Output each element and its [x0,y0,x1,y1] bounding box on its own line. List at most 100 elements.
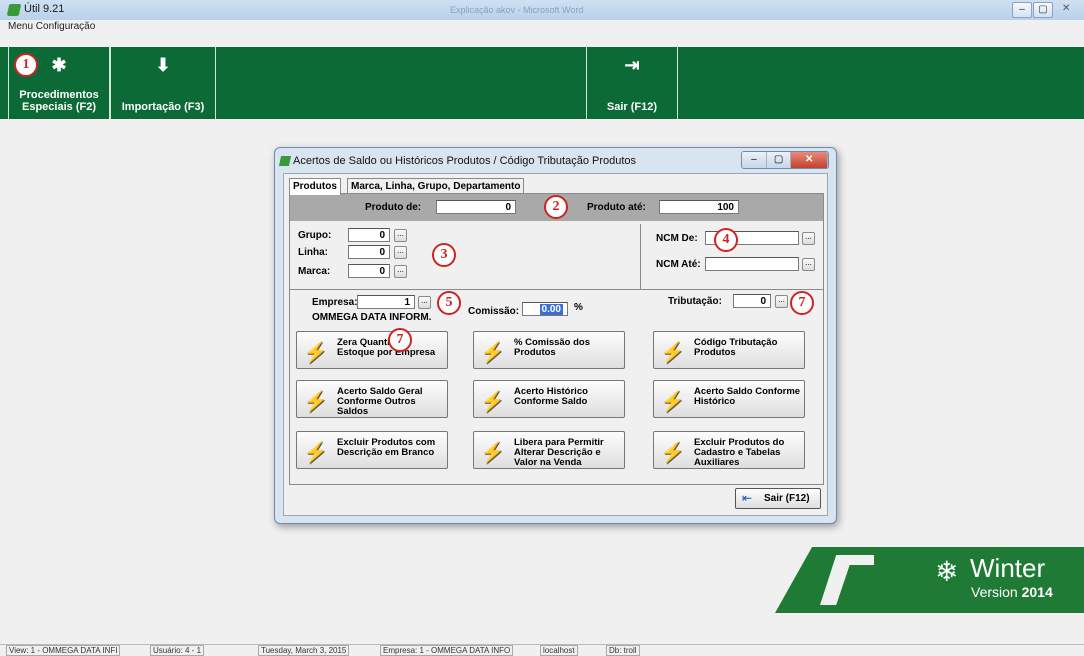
app-icon [6,4,22,16]
close-icon[interactable]: ✕ [1062,3,1070,14]
maximize-button[interactable]: ▢ [1033,2,1053,18]
button-label: Acerto Saldo Geral Conforme Outros Saldo… [337,386,423,417]
produto-de-label: Produto de: [365,202,422,213]
dialog-icon [278,156,292,166]
exit-icon: ⇥ [624,55,640,75]
minimize-button[interactable]: – [1012,2,1032,18]
acerto-saldo-geral-button[interactable]: ⚡ Acerto Saldo Geral Conforme Outros Sal… [296,380,448,418]
ncm-ate-lookup-button[interactable]: ... [802,258,815,271]
button-label: Importação (F3) [121,101,205,113]
annotation-marker: 2 [544,195,568,219]
annotation-marker: 7 [388,328,412,352]
empresa-lookup-button[interactable]: ... [418,296,431,309]
dialog-title: Acertos de Saldo ou Históricos Produtos … [293,155,637,167]
dialog-minimize-button[interactable]: – [742,152,767,168]
acerto-saldo-historico-button[interactable]: ⚡ Acerto Saldo Conforme Histórico [653,380,805,418]
exit-icon: ⇤ [742,491,753,505]
version-year: 2014 [1021,584,1053,600]
empresa-label: Empresa: [312,297,358,308]
button-label: Excluir Produtos com Descrição em Branco [337,437,436,458]
excluir-produtos-branco-button[interactable]: ⚡ Excluir Produtos com Descrição em Bran… [296,431,448,469]
produto-ate-label: Produto até: [587,202,646,213]
button-label: % Comissão dos Produtos [514,337,591,358]
codigo-tributacao-button[interactable]: ⚡ Código Tributação Produtos [653,331,805,369]
grupo-input[interactable]: 0 [348,228,390,242]
marca-input[interactable]: 0 [348,264,390,278]
lightning-icon: ⚡ [303,342,328,364]
filters-section: Grupo: 0 ... Linha: 0 ... Marca: 0 ... 3… [290,224,823,290]
ncm-ate-input[interactable] [705,257,799,271]
produto-range-bar: Produto de: 0 2 Produto até: 100 [290,194,823,221]
status-view: View: 1 - OMMEGA DATA INFI [6,645,121,656]
annotation-marker: 7 [790,291,814,315]
button-label: Libera para Permitir Alterar Descrição e… [514,437,604,468]
ncm-ate-label: NCM Até: [656,259,701,270]
background-window-title: Explicação akov - Microsoft Word [450,5,584,15]
lightning-icon: ⚡ [303,391,328,413]
dialog-body: Produtos Marca, Linha, Grupo, Departamen… [283,173,828,516]
version-prefix: Version [971,584,1018,600]
marca-label: Marca: [298,266,331,277]
excluir-produtos-cadastro-button[interactable]: ⚡ Excluir Produtos do Cadastro e Tabelas… [653,431,805,469]
dialog-sair-button[interactable]: ⇤ Sair (F12) [735,488,821,509]
empresa-input[interactable]: 1 [357,295,415,309]
importacao-button[interactable]: ⬇ Importação (F3) [110,47,216,119]
tab-produtos[interactable]: Produtos [289,178,341,195]
lightning-icon: ⚡ [660,442,685,464]
marca-lookup-button[interactable]: ... [394,265,407,278]
tributacao-label: Tributação: [668,296,722,307]
button-label: Excluir Produtos do Cadastro e Tabelas A… [694,437,785,468]
grupo-label: Grupo: [298,230,332,241]
button-label: Acerto Histórico Conforme Saldo [514,386,588,407]
produto-ate-input[interactable]: 100 [659,200,739,214]
lightning-icon: ⚡ [660,342,685,364]
linha-lookup-button[interactable]: ... [394,246,407,259]
comissao-value: 0.00 [539,304,563,315]
lightning-icon: ⚡ [480,391,505,413]
status-db: Db: troll [606,645,640,656]
lightning-icon: ⚡ [480,342,505,364]
toolbar: ✱ Procedimentos Especiais (F2) ⬇ Importaç… [0,47,1084,119]
lightning-icon: ⚡ [303,442,328,464]
comissao-produtos-button[interactable]: ⚡ % Comissão dos Produtos [473,331,625,369]
annotation-marker: 1 [14,53,38,77]
button-label: Sair (F12) [764,493,810,504]
ncm-de-lookup-button[interactable]: ... [802,232,815,245]
dialog-window-controls: – ▢ ✕ [741,151,829,169]
lightning-icon: ⚡ [480,442,505,464]
libera-alterar-descricao-button[interactable]: ⚡ Libera para Permitir Alterar Descrição… [473,431,625,469]
menu-bar: Menu Configuração [0,20,1084,34]
divider [640,224,641,289]
tributacao-lookup-button[interactable]: ... [775,295,788,308]
linha-input[interactable]: 0 [348,245,390,259]
button-label: Acerto Saldo Conforme Histórico [694,386,801,407]
button-label: Especiais (F2) [22,101,96,113]
menu-configuracao[interactable]: Menu Configuração [8,21,95,32]
comissao-label: Comissão: [468,306,520,317]
arrow-down-icon: ⬇ [155,55,171,75]
dialog-maximize-button[interactable]: ▢ [766,152,792,168]
tab-marca-linha[interactable]: Marca, Linha, Grupo, Departamento [347,178,525,194]
linha-label: Linha: [298,247,328,258]
brand-word: Winter [970,553,1046,583]
acerto-historico-button[interactable]: ⚡ Acerto Histórico Conforme Saldo [473,380,625,418]
status-empresa: Empresa: 1 - OMMEGA DATA INFO [380,645,514,656]
brand-version: Version 2014 [971,584,1053,600]
sair-button[interactable]: ⇥ Sair (F12) [586,47,678,119]
empresa-name: OMMEGA DATA INFORM. [312,312,432,323]
ncm-de-label: NCM De: [656,233,698,244]
snowflake-icon: ❄ [935,556,959,587]
status-host: localhost [540,645,578,656]
produto-de-input[interactable]: 0 [436,200,516,214]
zera-quantidade-button[interactable]: ⚡ Zera Quantidade Estoque por Empresa [296,331,448,369]
annotation-marker: 3 [432,243,456,267]
branding-banner: ❄ Winter Version 2014 [775,547,1084,613]
comissao-unit: % [574,302,583,313]
dialog-close-button[interactable]: ✕ [791,152,828,168]
status-date: Tuesday, March 3, 2015 [258,645,350,656]
acertos-dialog: Acertos de Saldo ou Históricos Produtos … [274,147,837,524]
grupo-lookup-button[interactable]: ... [394,229,407,242]
comissao-input[interactable]: 0.00 [522,302,568,316]
annotation-marker: 4 [714,228,738,252]
tributacao-input[interactable]: 0 [733,294,771,308]
